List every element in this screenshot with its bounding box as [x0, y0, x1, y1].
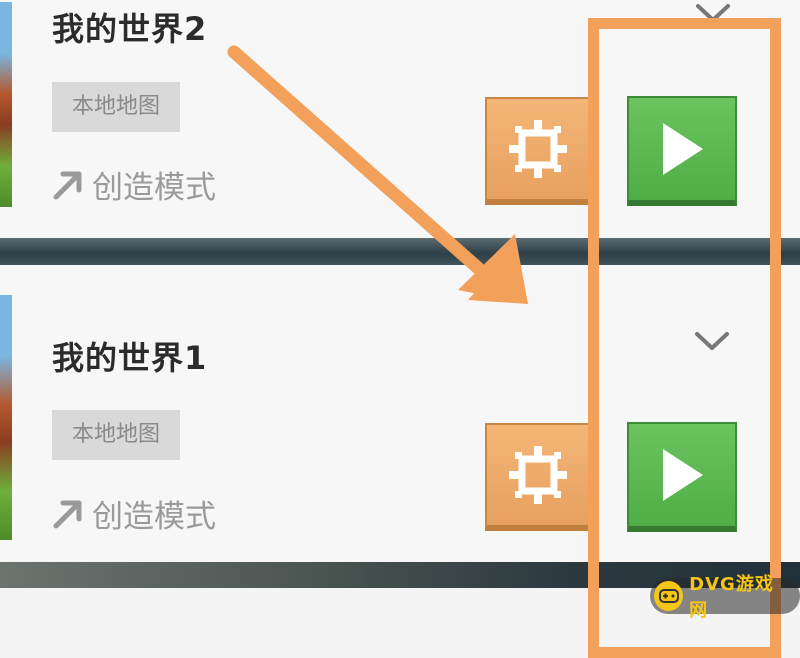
gamepad-icon	[654, 581, 684, 611]
watermark-text: DVG游戏网	[689, 574, 774, 621]
annotation-arrow	[227, 45, 528, 304]
watermark-logo: DVG游戏网	[650, 574, 800, 621]
